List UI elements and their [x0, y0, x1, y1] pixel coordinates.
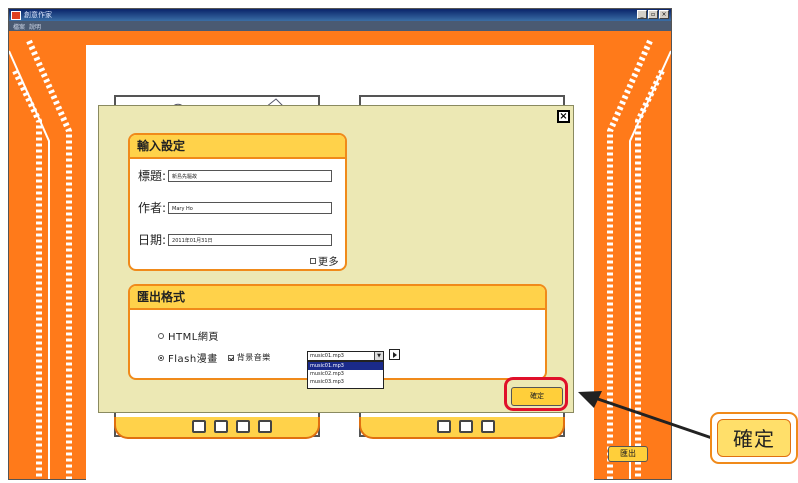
right-decoration — [607, 39, 671, 479]
music-dropdown-list: music01.mp3 music02.mp3 music03.mp3 — [307, 361, 384, 389]
menu-bar: 檔案 說明 — [9, 21, 671, 31]
title-row: 標題: 新島先驅故 — [138, 167, 333, 184]
tool-button[interactable] — [437, 420, 451, 433]
close-icon[interactable]: × — [557, 110, 570, 123]
input-settings-heading: 輸入設定 — [130, 135, 345, 159]
date-label: 日期: — [138, 233, 167, 247]
flash-option[interactable]: Flash漫畫 背景音樂 — [158, 350, 271, 365]
more-option[interactable]: 更多 — [310, 253, 339, 268]
bgm-label: 背景音樂 — [236, 353, 271, 362]
date-row: 日期: 2011年01月31日 — [138, 231, 333, 248]
tool-button[interactable] — [481, 420, 495, 433]
app-icon — [11, 10, 21, 20]
window-controls: _ ▫ × — [637, 10, 669, 19]
tool-button[interactable] — [214, 420, 228, 433]
tool-button[interactable] — [459, 420, 473, 433]
highlight-ring — [504, 377, 568, 411]
card-toolbar-left — [114, 417, 320, 439]
title-bar: 創意作家 _ ▫ × — [9, 9, 671, 21]
music-option[interactable]: music02.mp3 — [308, 370, 383, 378]
flash-radio[interactable] — [158, 354, 164, 361]
author-field[interactable]: Mary Ho — [168, 201, 333, 214]
window-title: 創意作家 — [24, 11, 52, 19]
export-format-heading: 匯出格式 — [130, 286, 545, 310]
close-window-button[interactable]: × — [659, 10, 669, 19]
music-select-value: music01.mp3 — [310, 353, 344, 359]
callout-box: 確定 — [710, 412, 798, 464]
music-option[interactable]: music01.mp3 — [308, 362, 383, 370]
title-field[interactable]: 新島先驅故 — [168, 169, 333, 182]
more-checkbox[interactable] — [310, 257, 316, 264]
play-icon[interactable] — [389, 349, 400, 360]
music-option[interactable]: music03.mp3 — [308, 378, 383, 386]
export-button[interactable]: 匯出 — [608, 446, 648, 462]
html-option[interactable]: HTML網頁 — [158, 328, 219, 343]
author-row: 作者: Mary Ho — [138, 199, 333, 216]
chevron-down-icon[interactable]: ▼ — [374, 352, 383, 360]
menu-help[interactable]: 說明 — [29, 22, 41, 31]
tool-button[interactable] — [236, 420, 250, 433]
flash-label: Flash漫畫 — [168, 354, 218, 365]
bgm-checkbox[interactable] — [227, 354, 234, 361]
maximize-button[interactable]: ▫ — [648, 10, 658, 19]
tool-button[interactable] — [192, 420, 206, 433]
html-label: HTML網頁 — [168, 332, 219, 343]
html-radio[interactable] — [158, 332, 164, 339]
date-field[interactable]: 2011年01月31日 — [168, 233, 333, 246]
author-label: 作者: — [138, 201, 167, 215]
card-toolbar-right — [359, 417, 565, 439]
music-select[interactable]: music01.mp3 ▼ — [307, 351, 384, 361]
title-label: 標題: — [138, 169, 167, 183]
input-settings-panel: 輸入設定 標題: 新島先驅故 作者: Mary Ho 日期: 2011年01月3… — [128, 133, 347, 271]
menu-file[interactable]: 檔案 — [13, 22, 25, 31]
more-label: 更多 — [318, 257, 339, 268]
callout-text: 確定 — [717, 419, 791, 457]
minimize-button[interactable]: _ — [637, 10, 647, 19]
left-decoration — [9, 39, 72, 479]
tool-button[interactable] — [258, 420, 272, 433]
